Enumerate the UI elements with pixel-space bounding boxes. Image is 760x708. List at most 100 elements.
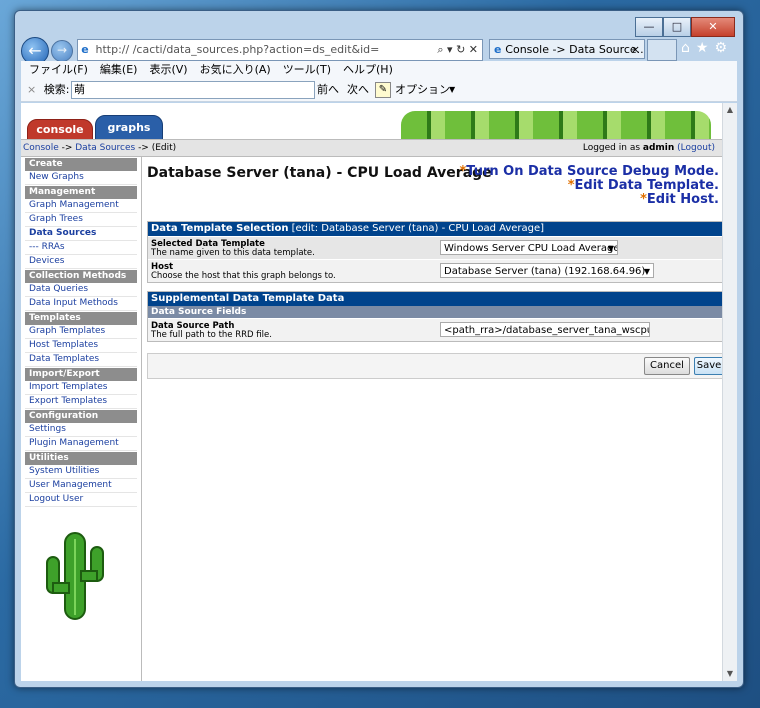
section-header: Supplemental Data Template Data bbox=[148, 292, 726, 306]
sidebar-item[interactable]: User Management bbox=[25, 479, 137, 493]
data-source-path-input[interactable]: <path_rra>/database_server_tana_wscpu_12… bbox=[440, 322, 650, 337]
page-viewport: console graphs Console -> Data Sources -… bbox=[21, 103, 737, 681]
debug-mode-link[interactable]: *Turn On Data Source Debug Mode. bbox=[459, 165, 719, 179]
page-title: Database Server (tana) - CPU Load Averag… bbox=[147, 165, 492, 181]
find-bar: × 検索: 萌 前へ 次へ ✎ オプション ▼ bbox=[21, 79, 737, 102]
browser-tab[interactable]: e Console -> Data Source... × bbox=[489, 39, 645, 59]
highlight-icon[interactable]: ✎ bbox=[375, 82, 391, 98]
sidebar-item[interactable]: Data Templates bbox=[25, 353, 137, 367]
address-tools[interactable]: ⌕ ▾ ↻ ✕ bbox=[437, 40, 478, 60]
breadcrumb-sep: -> bbox=[58, 143, 76, 153]
gear-icon[interactable]: ⚙ bbox=[714, 40, 733, 56]
sidebar-item[interactable]: System Utilities bbox=[25, 465, 137, 479]
field-description: The full path to the RRD file. bbox=[151, 330, 272, 340]
browser-window: — □ ✕ ← → e http:// /cacti/data_sources.… bbox=[14, 10, 744, 688]
menu-item[interactable]: 編集(E) bbox=[100, 63, 138, 76]
chevron-down-icon: ▼ bbox=[607, 244, 614, 253]
data-template-select[interactable]: Windows Server CPU Load Average ▼ bbox=[440, 240, 618, 255]
field-description: Choose the host that this graph belongs … bbox=[151, 271, 336, 281]
find-next-button[interactable]: 次へ bbox=[347, 79, 369, 101]
sidebar-item[interactable]: Logout User bbox=[25, 493, 137, 507]
cacti-header: console graphs bbox=[21, 103, 723, 141]
data-template-selection-section: Data Template Selection [edit: Database … bbox=[147, 221, 727, 283]
menu-item[interactable]: ツール(T) bbox=[283, 63, 331, 76]
address-text: http:// /cacti/data_sources.php?action=d… bbox=[95, 43, 380, 56]
tab-close-icon[interactable]: × bbox=[631, 40, 640, 58]
maximize-button[interactable]: □ bbox=[663, 17, 691, 37]
sidebar-item[interactable]: Devices bbox=[25, 255, 137, 269]
sidebar-section-header: Collection Methods bbox=[25, 270, 137, 283]
login-prefix: Logged in as bbox=[582, 143, 643, 153]
sidebar-section-header: Import/Export bbox=[25, 368, 137, 381]
supplemental-section: Supplemental Data Template Data Data Sou… bbox=[147, 291, 727, 342]
sidebar-item[interactable]: Graph Templates bbox=[25, 325, 137, 339]
sidebar-item[interactable]: Data Input Methods bbox=[25, 297, 137, 311]
data-source-path-row: Data Source Path The full path to the RR… bbox=[148, 318, 726, 341]
edit-host-link[interactable]: *Edit Host. bbox=[459, 193, 719, 207]
tab-console[interactable]: console bbox=[27, 119, 93, 141]
find-close-icon[interactable]: × bbox=[27, 83, 36, 96]
cancel-button[interactable]: Cancel bbox=[644, 357, 690, 375]
sidebar-section-header: Utilities bbox=[25, 452, 137, 465]
close-window-button[interactable]: ✕ bbox=[691, 17, 735, 37]
save-button[interactable]: Save bbox=[694, 357, 724, 375]
cactus-banner-image bbox=[401, 111, 711, 139]
sidebar-item[interactable]: Graph Trees bbox=[25, 213, 137, 227]
sidebar-item[interactable]: Settings bbox=[25, 423, 137, 437]
sidebar: Create New Graphs Management Graph Manageme… bbox=[21, 157, 142, 681]
address-bar[interactable]: e http:// /cacti/data_sources.php?action… bbox=[77, 39, 483, 61]
forward-button[interactable]: → bbox=[51, 40, 73, 62]
host-select[interactable]: Database Server (tana) (192.168.64.96) ▼ bbox=[440, 263, 654, 278]
sidebar-item[interactable]: Export Templates bbox=[25, 395, 137, 409]
favorites-star-icon[interactable]: ★ bbox=[696, 40, 715, 56]
scroll-up-icon[interactable]: ▲ bbox=[723, 103, 737, 117]
host-row: Host Choose the host that this graph bel… bbox=[148, 259, 726, 282]
sidebar-item[interactable]: Graph Management bbox=[25, 199, 137, 213]
tab-graphs[interactable]: graphs bbox=[95, 115, 163, 141]
menu-item[interactable]: 表示(V) bbox=[149, 63, 187, 76]
sidebar-section-header: Management bbox=[25, 186, 137, 199]
browser-toolbar-icons: ⌂★⚙ bbox=[681, 40, 733, 56]
action-links: *Turn On Data Source Debug Mode. *Edit D… bbox=[459, 165, 719, 207]
home-icon[interactable]: ⌂ bbox=[681, 40, 696, 56]
menu-item[interactable]: お気に入り(A) bbox=[200, 63, 271, 76]
find-label: 検索: bbox=[43, 83, 70, 96]
options-chevron-down-icon[interactable]: ▼ bbox=[449, 79, 455, 101]
new-tab-button[interactable] bbox=[647, 39, 677, 61]
selected-data-template-row: Selected Data Template The name given to… bbox=[148, 236, 726, 259]
sidebar-item[interactable]: Data Queries bbox=[25, 283, 137, 297]
edit-data-template-link[interactable]: *Edit Data Template. bbox=[459, 179, 719, 193]
sidebar-section-header: Templates bbox=[25, 312, 137, 325]
find-input[interactable]: 萌 bbox=[71, 81, 315, 99]
login-status: Logged in as admin (Logout) bbox=[583, 140, 715, 156]
menu-item[interactable]: ヘルプ(H) bbox=[343, 63, 393, 76]
sidebar-item[interactable]: Import Templates bbox=[25, 381, 137, 395]
ie-page-icon: e bbox=[81, 43, 89, 56]
sidebar-section-header: Configuration bbox=[25, 410, 137, 423]
minimize-button[interactable]: — bbox=[635, 17, 663, 37]
select-value: Windows Server CPU Load Average bbox=[444, 243, 618, 254]
section-header: Data Template Selection [edit: Database … bbox=[148, 222, 726, 236]
sidebar-item[interactable]: Host Templates bbox=[25, 339, 137, 353]
breadcrumb-console-link[interactable]: Console bbox=[23, 143, 59, 153]
section-subheader: Data Source Fields bbox=[148, 306, 726, 318]
sidebar-item[interactable]: --- RRAs bbox=[25, 241, 137, 255]
menu-item[interactable]: ファイル(F) bbox=[29, 63, 88, 76]
breadcrumb-data-sources-link[interactable]: Data Sources bbox=[75, 143, 135, 153]
window-controls: — □ ✕ bbox=[635, 17, 735, 37]
scroll-down-icon[interactable]: ▼ bbox=[723, 667, 737, 681]
select-value: Database Server (tana) (192.168.64.96) bbox=[444, 266, 646, 277]
login-user: admin bbox=[642, 143, 675, 153]
find-prev-button[interactable]: 前へ bbox=[317, 79, 339, 101]
sidebar-item[interactable]: New Graphs bbox=[25, 171, 137, 185]
logout-link[interactable]: (Logout) bbox=[677, 143, 715, 153]
ie-tab-icon: e bbox=[494, 43, 506, 56]
breadcrumb: Console -> Data Sources -> (Edit) Logged… bbox=[21, 139, 723, 157]
form-actions: Cancel Save bbox=[147, 353, 727, 379]
sidebar-item[interactable]: Plugin Management bbox=[25, 437, 137, 451]
vertical-scrollbar[interactable]: ▲ ▼ bbox=[722, 103, 737, 681]
sidebar-item[interactable]: Data Sources bbox=[25, 227, 137, 241]
menu-bar: ファイル(F) 編集(E) 表示(V) お気に入り(A) ツール(T) ヘルプ(H) bbox=[21, 61, 737, 79]
find-options-button[interactable]: オプション bbox=[395, 79, 450, 101]
navigation-bar: ← → e http:// /cacti/data_sources.php?ac… bbox=[21, 37, 737, 65]
